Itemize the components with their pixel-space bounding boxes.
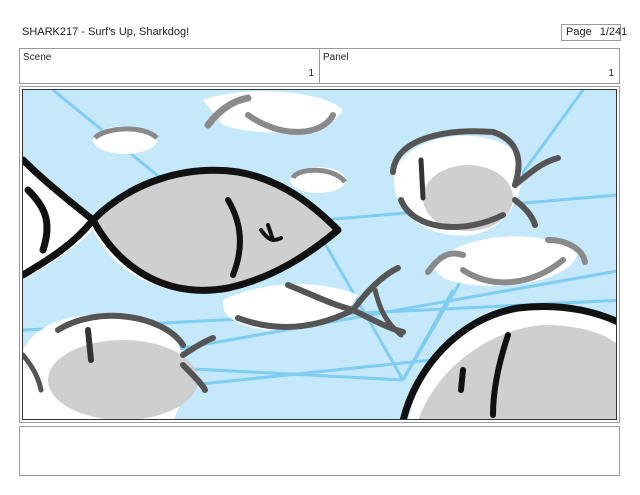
scene-field[interactable]: Scene 1 bbox=[20, 49, 319, 83]
panel-value: 1 bbox=[608, 68, 614, 79]
scene-label: Scene bbox=[23, 52, 52, 63]
round-fish-right bbox=[390, 128, 561, 236]
scene-value: 1 bbox=[308, 68, 314, 79]
storyboard-title: SHARK217 - Surf's Up, Sharkdog! bbox=[22, 26, 190, 38]
page-indicator: Page 1/241 bbox=[561, 24, 627, 41]
panel-field[interactable]: Panel 1 bbox=[319, 49, 619, 83]
page-label: Page bbox=[566, 26, 592, 38]
top-fish bbox=[203, 91, 343, 135]
underwater-fish-drawing bbox=[23, 90, 616, 419]
page-number: 1/241 bbox=[599, 26, 628, 38]
panel-notes-box[interactable] bbox=[19, 426, 620, 476]
small-fish-right bbox=[425, 236, 588, 286]
bottom-left-fish bbox=[23, 312, 216, 419]
storyboard-panel-image[interactable] bbox=[22, 89, 617, 420]
panel-meta-row: Scene 1 Panel 1 bbox=[19, 48, 620, 84]
panel-label: Panel bbox=[323, 52, 349, 63]
